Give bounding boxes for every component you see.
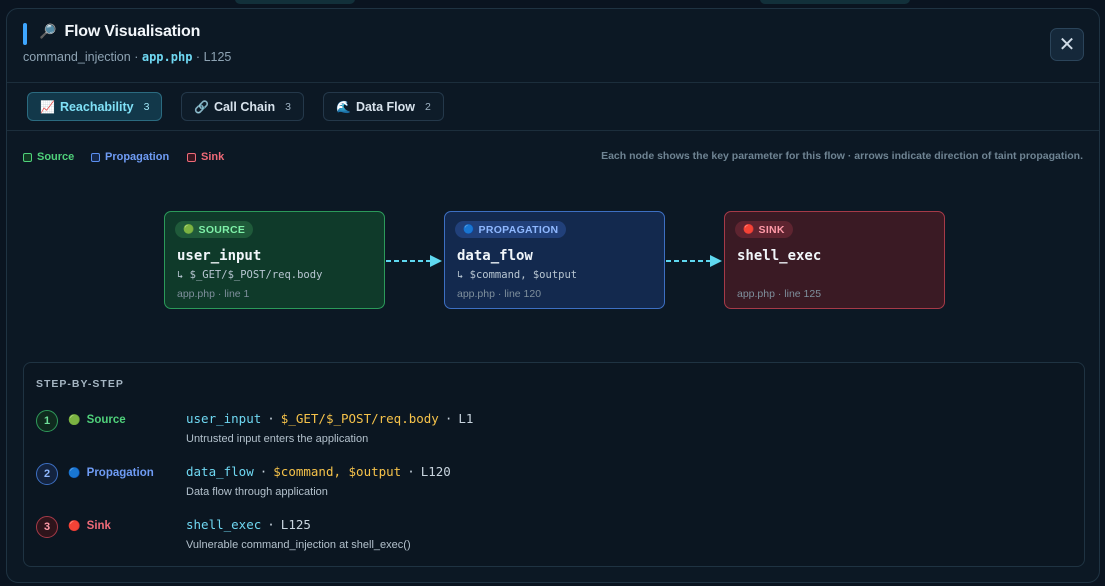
backdrop-glow-left (235, 0, 355, 4)
step-param: $command, $output (273, 464, 402, 479)
node-name: data_flow (457, 248, 533, 264)
step-separator: · (407, 464, 415, 479)
subtitle-separator: · (134, 50, 139, 64)
modal-title: 🔎 Flow Visualisation (39, 23, 200, 41)
red-circle-icon: 🔴 (743, 224, 755, 234)
file-name: app.php (141, 50, 193, 64)
step-description: Untrusted input enters the application (186, 433, 369, 445)
flow-visualisation-modal: 🔎 Flow Visualisation command_injection ·… (6, 8, 1100, 583)
step-line: L1 (458, 411, 474, 426)
flow-hint: Each node shows the key parameter for th… (601, 150, 1083, 162)
close-button[interactable]: ✕ (1050, 28, 1084, 61)
legend-propagation: Propagation (91, 151, 169, 163)
source-swatch (23, 152, 32, 162)
tab-count: 3 (143, 100, 150, 113)
propagation-swatch (91, 152, 100, 162)
flow-arrow-2 (666, 255, 722, 267)
source-badge: 🟢 SOURCE (175, 221, 254, 238)
step-detail: shell_exec · L125 (186, 517, 311, 532)
flow-node-propagation[interactable]: 🔵 PROPAGATION data_flow ↳ $command, $out… (444, 211, 665, 309)
flow-node-source[interactable]: 🟢 SOURCE user_input ↳ $_GET/$_POST/req.b… (164, 211, 385, 309)
close-icon: ✕ (1058, 34, 1076, 56)
step-line: L125 (280, 517, 311, 532)
legend-source: Source (23, 151, 74, 163)
chart-icon: 📈 (40, 99, 55, 114)
magnifier-icon: 🔎 (39, 23, 57, 39)
step-separator: · (444, 411, 453, 426)
step-function: shell_exec (186, 517, 262, 532)
tab-data-flow[interactable]: 🌊 Data Flow 2 (323, 92, 444, 121)
tab-reachability[interactable]: 📈 Reachability 3 (27, 92, 163, 121)
steps-title: STEP-BY-STEP (36, 378, 124, 390)
badge-label: SOURCE (198, 223, 246, 236)
step-function: user_input (186, 411, 262, 426)
propagation-badge: 🔵 PROPAGATION (455, 221, 567, 238)
blue-circle-icon: 🔵 (68, 468, 81, 479)
legend-label: Propagation (105, 151, 170, 163)
title-accent-bar (23, 23, 27, 45)
step-kind-label: Sink (86, 520, 111, 532)
tab-count: 3 (285, 100, 291, 113)
step-row-source: 1 🟢 Source user_input · $_GET/$_POST/req.b… (36, 407, 1066, 451)
step-separator: · (267, 517, 275, 532)
green-circle-icon: 🟢 (183, 224, 195, 234)
step-kind-label: Source (86, 414, 126, 426)
modal-title-text: Flow Visualisation (64, 23, 201, 40)
backdrop-glow-right (760, 0, 910, 4)
tab-count: 2 (425, 100, 431, 113)
sink-swatch (187, 152, 196, 162)
step-number: 3 (36, 516, 58, 538)
step-kind: 🔴 Sink (68, 520, 111, 532)
step-line: L120 (420, 464, 451, 479)
node-param: ↳ $command, $output (457, 269, 578, 281)
tab-label: Data Flow (355, 99, 415, 114)
link-icon: 🔗 (194, 99, 209, 114)
badge-label: PROPAGATION (478, 223, 559, 236)
step-kind-label: Propagation (86, 467, 154, 479)
vuln-type: command_injection (23, 50, 131, 64)
flow-arrow-1 (386, 255, 442, 267)
step-detail: user_input · $_GET/$_POST/req.body · L1 (186, 411, 473, 426)
legend-label: Sink (201, 151, 225, 163)
sink-badge: 🔴 SINK (735, 221, 793, 238)
step-number: 1 (36, 410, 58, 432)
node-name: user_input (177, 248, 262, 264)
node-location: app.php · line 1 (177, 288, 250, 300)
node-location: app.php · line 125 (737, 288, 822, 300)
step-number: 2 (36, 463, 58, 485)
step-separator: · (259, 464, 268, 479)
step-by-step-panel: STEP-BY-STEP 1 🟢 Source user_input · $_GET… (23, 362, 1085, 567)
tab-call-chain[interactable]: 🔗 Call Chain 3 (181, 92, 304, 121)
tab-label: Call Chain (213, 99, 276, 114)
step-detail: data_flow · $command, $output · L120 (186, 464, 451, 479)
step-description: Vulnerable command_injection at shell_ex… (186, 539, 411, 551)
blue-circle-icon: 🔵 (463, 224, 475, 234)
legend-label: Source (37, 151, 75, 163)
flow-node-sink[interactable]: 🔴 SINK shell_exec app.php · line 125 (724, 211, 945, 309)
badge-label: SINK (758, 223, 785, 236)
node-location: app.php · line 120 (457, 288, 542, 300)
modal-subtitle: command_injection · app.php · L125 (23, 50, 231, 64)
step-kind: 🔵 Propagation (68, 467, 154, 479)
step-description: Data flow through application (186, 486, 328, 498)
red-circle-icon: 🔴 (68, 521, 81, 532)
node-param: ↳ $_GET/$_POST/req.body (177, 269, 323, 281)
subtitle-separator: · (195, 50, 201, 64)
tab-label: Reachability (59, 99, 134, 114)
legend-sink: Sink (187, 151, 224, 163)
node-name: shell_exec (737, 248, 822, 264)
green-circle-icon: 🟢 (68, 415, 81, 426)
step-row-sink: 3 🔴 Sink shell_exec · L125 Vulnerable comm… (36, 513, 1066, 557)
step-param: $_GET/$_POST/req.body (280, 411, 439, 426)
step-function: data_flow (186, 464, 254, 479)
step-row-propagation: 2 🔵 Propagation data_flow · $command, $out… (36, 460, 1066, 504)
wave-icon: 🌊 (336, 99, 351, 114)
tab-bar: 📈 Reachability 3 🔗 Call Chain 3 🌊 Data F… (7, 83, 1099, 131)
step-kind: 🟢 Source (68, 414, 126, 426)
line-number: L125 (203, 50, 232, 64)
step-separator: · (267, 411, 275, 426)
modal-header: 🔎 Flow Visualisation command_injection ·… (7, 9, 1099, 83)
